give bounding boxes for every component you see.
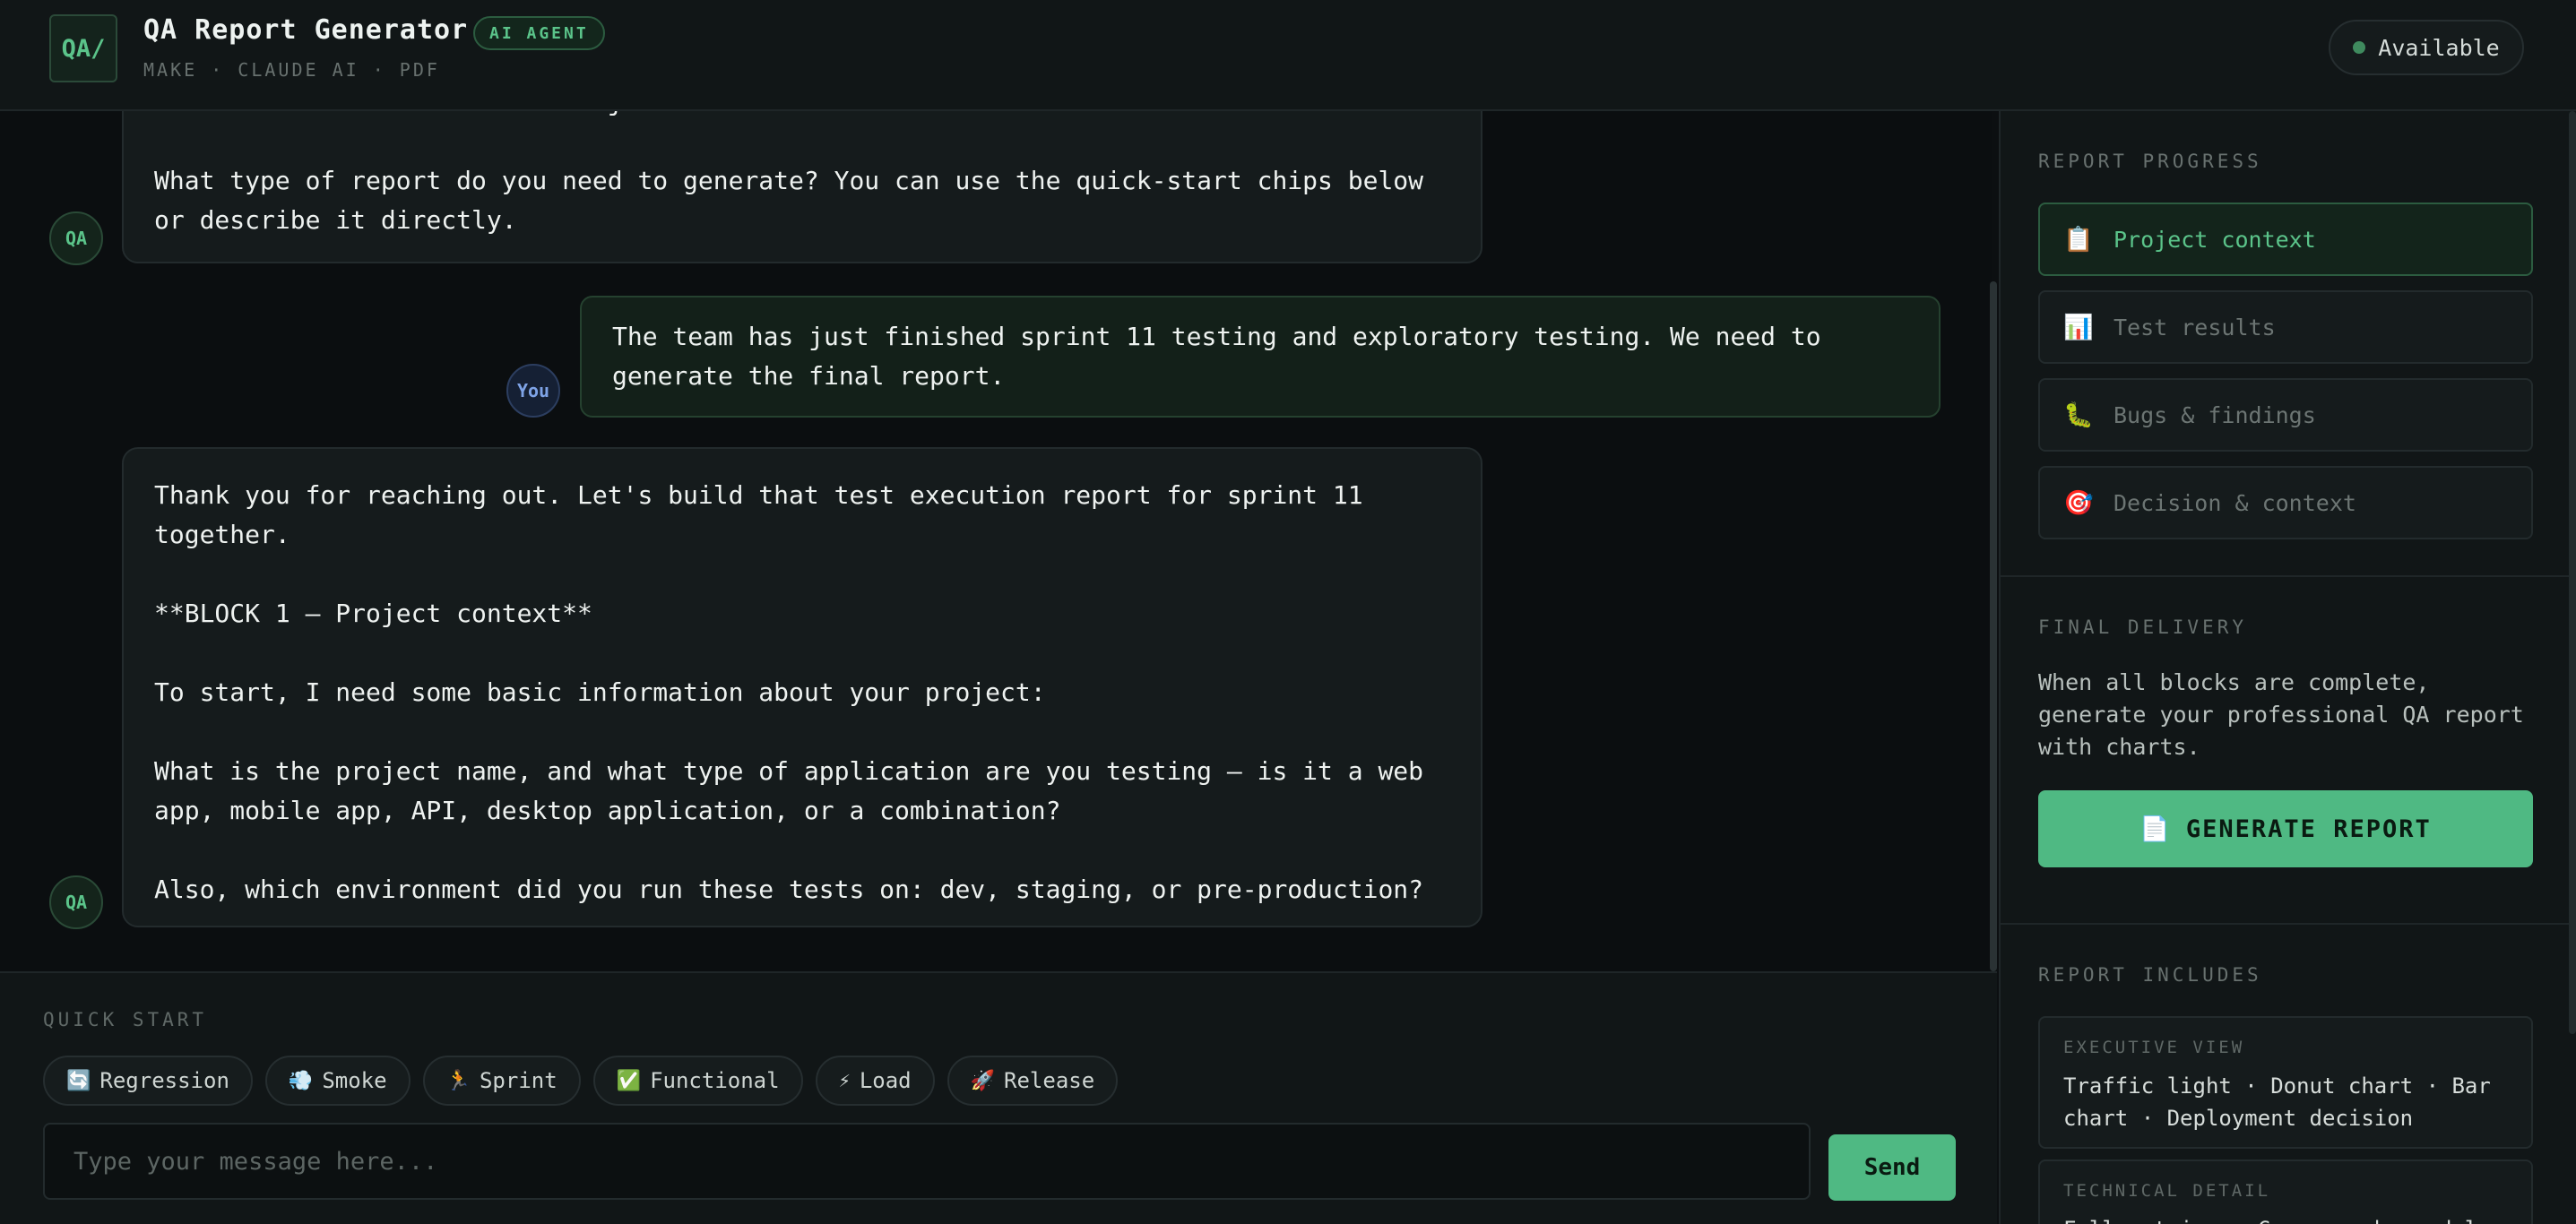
- cycle-icon: 🔄: [66, 1069, 91, 1092]
- chip-smoke[interactable]: 💨 Smoke: [264, 1056, 411, 1106]
- report-includes-title: REPORT INCLUDES: [2038, 964, 2262, 986]
- generate-report-label: GENERATE REPORT: [2185, 815, 2432, 843]
- chat-scrollbar[interactable]: [1990, 281, 1997, 971]
- send-button[interactable]: Send: [1828, 1134, 1956, 1201]
- ai-agent-badge: AI AGENT: [473, 16, 605, 50]
- chip-functional[interactable]: ✅ Functional: [592, 1056, 803, 1106]
- final-delivery-text: When all blocks are complete, generate y…: [2038, 669, 2524, 760]
- step-label: Decision & context: [2114, 489, 2356, 516]
- clipboard-icon: 📋: [2063, 226, 2094, 254]
- user-message: The team has just finished sprint 11 tes…: [580, 296, 1941, 418]
- message-input[interactable]: [43, 1123, 1811, 1200]
- chip-release[interactable]: 🚀 Release: [947, 1056, 1119, 1106]
- bar-chart-icon: 📊: [2063, 314, 2094, 341]
- bug-icon: 🐛: [2063, 401, 2094, 429]
- rocket-icon: 🚀: [970, 1069, 996, 1092]
- step-label: Test results: [2114, 314, 2276, 340]
- chat-panel[interactable]: Let's start with Block 1 — Project conte…: [0, 111, 1992, 971]
- include-card-executive: EXECUTIVE VIEW Traffic light · Donut cha…: [2038, 1016, 2533, 1149]
- include-card-title: EXECUTIVE VIEW: [2063, 1038, 2245, 1057]
- chip-regression[interactable]: 🔄 Regression: [43, 1056, 253, 1106]
- chip-label: Regression: [99, 1068, 229, 1093]
- step-label: Project context: [2114, 226, 2316, 253]
- chip-label: Load: [859, 1068, 912, 1093]
- sidebar-scrollbar[interactable]: [2569, 111, 2576, 1034]
- chip-sprint[interactable]: 🏃 Sprint: [422, 1056, 581, 1106]
- agent-avatar: QA: [49, 211, 103, 265]
- step-decision-context[interactable]: 🎯 Decision & context: [2038, 466, 2533, 539]
- chip-label: Sprint: [479, 1068, 558, 1093]
- step-project-context[interactable]: 📋 Project context: [2038, 203, 2533, 276]
- chip-load[interactable]: ⚡ Load: [815, 1056, 935, 1106]
- smoke-icon: 💨: [288, 1069, 314, 1092]
- app-logo: QA/: [49, 14, 117, 82]
- status-dot-icon: [2353, 41, 2366, 54]
- step-bugs-findings[interactable]: 🐛 Bugs & findings: [2038, 378, 2533, 452]
- include-card-title: TECHNICAL DETAIL: [2063, 1181, 2271, 1201]
- runner-icon: 🏃: [445, 1069, 471, 1092]
- final-delivery-title: FINAL DELIVERY: [2038, 616, 2248, 638]
- quick-start-chips: 🔄 Regression 💨 Smoke 🏃 Sprint ✅ Functional ⚡…: [43, 1056, 1119, 1106]
- document-icon: 📄: [2139, 815, 2172, 843]
- include-card-technical: TECHNICAL DETAIL Full metrics · Coverage…: [2038, 1159, 2533, 1224]
- chip-label: Smoke: [322, 1068, 387, 1093]
- lightning-icon: ⚡: [838, 1069, 851, 1092]
- include-card-body: Traffic light · Donut chart · Bar chart …: [2063, 1073, 2491, 1131]
- chip-label: Functional: [650, 1068, 780, 1093]
- include-card-body: Full metrics · Coverage by module: [2063, 1213, 2508, 1224]
- sidebar-divider: [2001, 575, 2576, 577]
- report-sidebar: REPORT PROGRESS 📋 Project context 📊 Test…: [1999, 111, 2576, 1224]
- step-label: Bugs & findings: [2114, 401, 2316, 428]
- status-badge: Available: [2329, 20, 2524, 75]
- user-avatar: You: [506, 364, 560, 418]
- agent-message: Let's start with Block 1 — Project conte…: [122, 111, 1482, 263]
- agent-avatar: QA: [49, 875, 103, 929]
- step-test-results[interactable]: 📊 Test results: [2038, 290, 2533, 364]
- composer: QUICK START 🔄 Regression 💨 Smoke 🏃 Sprint ✅…: [0, 971, 1997, 1224]
- app-subtitle: MAKE · CLAUDE AI · PDF: [143, 59, 440, 81]
- status-label: Available: [2378, 34, 2500, 61]
- chip-label: Release: [1004, 1068, 1095, 1093]
- app-header: QA/ QA Report Generator AI AGENT MAKE · …: [0, 0, 2576, 111]
- generate-report-button[interactable]: 📄 GENERATE REPORT: [2038, 790, 2533, 867]
- agent-message: Thank you for reaching out. Let's build …: [122, 447, 1482, 927]
- app-title: QA Report Generator: [143, 14, 469, 46]
- report-progress-title: REPORT PROGRESS: [2038, 151, 2262, 172]
- quick-start-label: QUICK START: [43, 1009, 208, 1030]
- sidebar-divider: [2001, 923, 2576, 925]
- check-icon: ✅: [616, 1069, 642, 1092]
- target-icon: 🎯: [2063, 489, 2094, 517]
